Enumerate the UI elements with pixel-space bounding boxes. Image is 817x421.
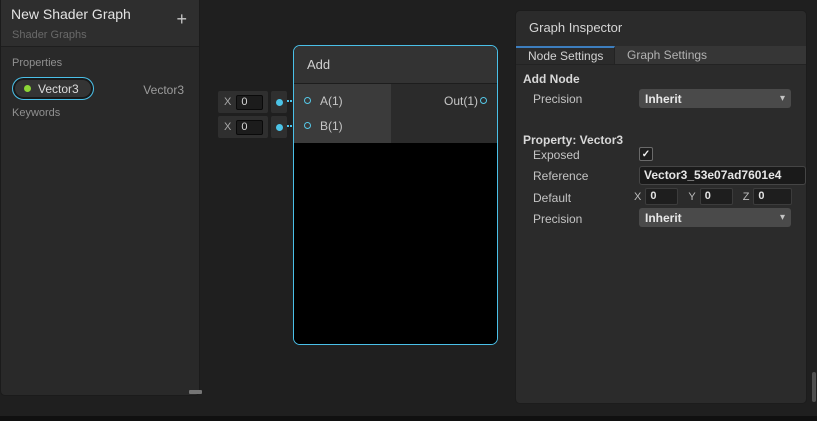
chevron-down-icon: ▾ xyxy=(780,93,785,104)
property-type-label: Vector3 xyxy=(143,83,184,97)
default-z-field[interactable]: 0 xyxy=(753,188,792,205)
window-scrollbar-thumb[interactable] xyxy=(812,372,816,402)
input-port-b-icon[interactable] xyxy=(304,122,311,129)
default-x-field[interactable]: 0 xyxy=(645,188,678,205)
graph-title: New Shader Graph xyxy=(11,6,131,22)
add-node[interactable]: Add A(1) B(1) Out(1) xyxy=(293,45,498,345)
tab-node-settings[interactable]: Node Settings xyxy=(516,46,615,64)
port-stub xyxy=(271,91,287,113)
default-label: Default xyxy=(533,191,571,205)
graph-subtitle: Shader Graphs xyxy=(12,29,87,41)
node-precision-value: Inherit xyxy=(645,92,682,106)
exposed-dot-icon xyxy=(24,85,31,92)
reference-label: Reference xyxy=(533,169,588,183)
add-property-icon[interactable]: + xyxy=(176,10,187,28)
blackboard-panel: New Shader Graph + Shader Graphs Propert… xyxy=(0,0,200,396)
blackboard-resize-handle[interactable] xyxy=(189,390,202,394)
blackboard-header: New Shader Graph + Shader Graphs xyxy=(1,0,199,47)
inspector-tab-bar: Node Settings Graph Settings xyxy=(516,46,806,65)
shader-graph-window: New Shader Graph + Shader Graphs Propert… xyxy=(0,0,817,421)
node-preview xyxy=(294,144,497,344)
input-port-a-label: A(1) xyxy=(320,94,343,108)
output-port-icon[interactable] xyxy=(480,97,487,104)
input-port-a-icon[interactable] xyxy=(304,97,311,104)
property-heading: Property: Vector3 xyxy=(523,133,623,147)
property-precision-label: Precision xyxy=(533,212,582,226)
exposed-label: Exposed xyxy=(533,148,580,162)
node-precision-label: Precision xyxy=(533,92,582,106)
z-axis-label: Z xyxy=(743,191,750,203)
window-bottom-edge xyxy=(0,416,817,421)
port-dot-icon[interactable] xyxy=(276,99,283,106)
node-header[interactable]: Add xyxy=(294,46,497,84)
output-ports-background xyxy=(391,84,497,143)
property-precision-value: Inherit xyxy=(645,211,682,225)
keywords-section-label: Keywords xyxy=(12,107,60,119)
x-axis-label: X xyxy=(224,121,231,133)
properties-section-label: Properties xyxy=(12,57,62,69)
float-value-field-b[interactable]: 0 xyxy=(236,120,263,135)
node-port-area: A(1) B(1) Out(1) xyxy=(294,84,497,143)
port-stub xyxy=(271,116,287,138)
node-precision-dropdown[interactable]: Inherit ▾ xyxy=(639,89,791,108)
port-dot-icon[interactable] xyxy=(276,124,283,131)
float-value-field-a[interactable]: 0 xyxy=(236,95,263,110)
float-input-panel: X 0 xyxy=(218,91,268,113)
x-axis-label: X xyxy=(224,96,231,108)
tab-graph-settings[interactable]: Graph Settings xyxy=(615,46,707,64)
float-input-widget-a: X 0 xyxy=(218,91,287,113)
input-port-b-label: B(1) xyxy=(320,119,343,133)
node-title: Add xyxy=(307,57,330,72)
float-input-widget-b: X 0 xyxy=(218,116,287,138)
default-y-field[interactable]: 0 xyxy=(700,188,733,205)
checkmark-icon: ✓ xyxy=(642,149,650,160)
exposed-checkbox[interactable]: ✓ xyxy=(639,147,653,161)
reference-field[interactable]: Vector3_53e07ad7601e4 xyxy=(639,166,806,185)
property-pill-label: Vector3 xyxy=(38,82,79,96)
output-port-label: Out(1) xyxy=(444,94,478,108)
inspector-title: Graph Inspector xyxy=(529,20,622,35)
default-vector-fields: X 0 Y 0 Z 0 xyxy=(634,188,792,205)
chevron-down-icon: ▾ xyxy=(780,212,785,223)
input-ports-background xyxy=(294,84,391,143)
property-precision-dropdown[interactable]: Inherit ▾ xyxy=(639,208,791,227)
y-axis-label: Y xyxy=(688,191,695,203)
x-axis-label: X xyxy=(634,191,641,203)
graph-inspector-panel: Graph Inspector Node Settings Graph Sett… xyxy=(515,10,807,404)
property-pill-vector3[interactable]: Vector3 xyxy=(12,77,94,100)
float-input-panel: X 0 xyxy=(218,116,268,138)
add-node-heading: Add Node xyxy=(523,72,580,86)
